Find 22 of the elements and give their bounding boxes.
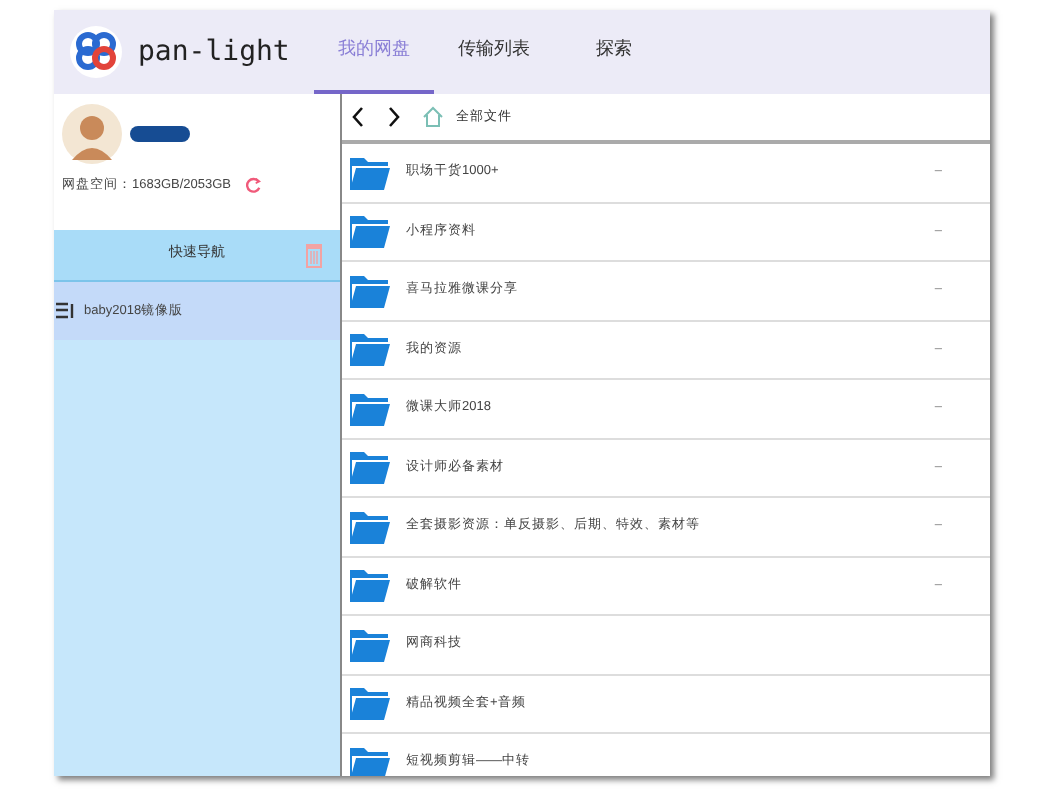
back-icon[interactable] — [350, 106, 366, 128]
folder-icon — [350, 627, 390, 662]
nav-tab[interactable]: 传输列表 — [434, 10, 554, 94]
folder-icon — [350, 450, 390, 485]
list-icon — [56, 302, 76, 320]
app-title: pan-light — [138, 33, 290, 71]
redacted-name — [130, 126, 190, 142]
folder-icon — [350, 568, 390, 603]
folder-icon — [350, 155, 390, 190]
app-logo-icon — [70, 26, 122, 78]
nav-tab[interactable]: 探索 — [554, 10, 674, 94]
home-icon[interactable] — [422, 106, 444, 128]
folder-icon — [350, 391, 390, 426]
folder-icon — [350, 332, 390, 367]
folder-icon — [350, 745, 390, 776]
avatar-icon — [62, 104, 122, 164]
folder-icon — [350, 509, 390, 544]
folder-icon — [350, 273, 390, 308]
folder-icon — [350, 686, 390, 721]
folder-icon — [350, 214, 390, 249]
forward-icon[interactable] — [386, 106, 402, 128]
refresh-icon[interactable] — [243, 176, 262, 195]
